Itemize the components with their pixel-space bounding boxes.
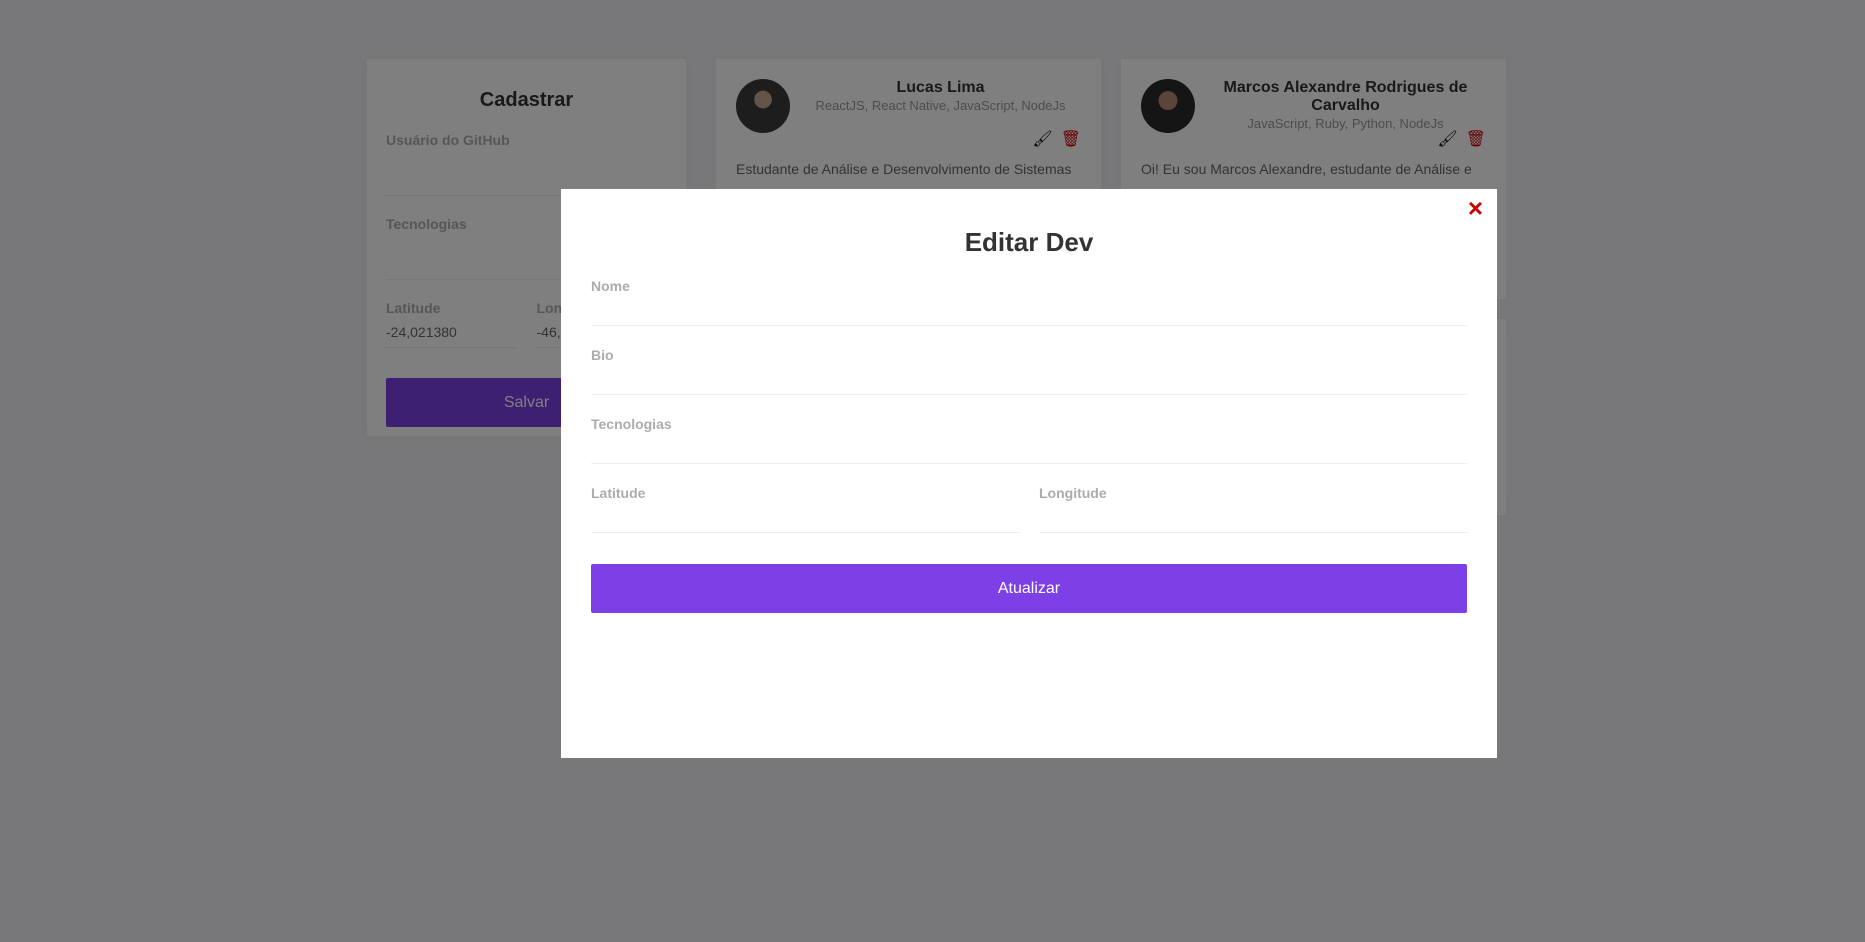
modal-longitude-input[interactable] — [1039, 501, 1467, 533]
app-root: Cadastrar Usuário do GitHub Tecnologias … — [0, 0, 1865, 942]
close-icon[interactable]: × — [1468, 195, 1483, 221]
modal-techs-label: Tecnologias — [591, 416, 672, 432]
name-label: Nome — [591, 278, 630, 294]
modal-longitude-field[interactable]: Longitude — [1039, 485, 1467, 533]
bio-input[interactable] — [591, 363, 1467, 395]
edit-dev-modal: × Editar Dev Nome Bio Tecnologias Latitu… — [561, 189, 1497, 758]
modal-latitude-label: Latitude — [591, 485, 646, 501]
update-button[interactable]: Atualizar — [591, 564, 1467, 613]
modal-title: Editar Dev — [964, 227, 1094, 257]
bio-field[interactable]: Bio — [591, 347, 1467, 395]
modal-coords-row: Latitude Longitude — [591, 485, 1467, 554]
modal-latitude-field[interactable]: Latitude — [591, 485, 1019, 533]
name-field[interactable]: Nome — [591, 278, 1467, 326]
modal-techs-input[interactable] — [591, 432, 1467, 464]
bio-label: Bio — [591, 347, 614, 363]
modal-latitude-input[interactable] — [591, 501, 1019, 533]
modal-longitude-label: Longitude — [1039, 485, 1107, 501]
modal-techs-field[interactable]: Tecnologias — [591, 416, 1467, 464]
name-input[interactable] — [591, 294, 1467, 326]
